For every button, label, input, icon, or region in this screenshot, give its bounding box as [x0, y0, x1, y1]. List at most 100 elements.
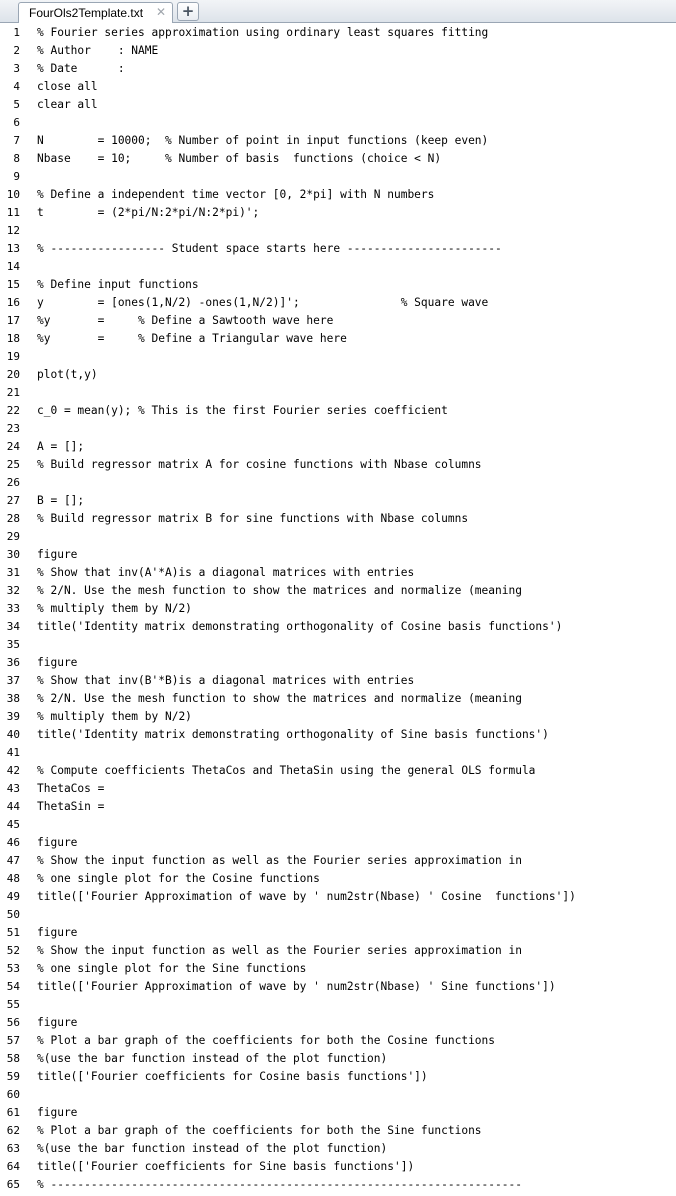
code-text[interactable]: % 2/N. Use the mesh function to show the…	[37, 582, 522, 600]
code-line[interactable]: 7 N = 10000; % Number of point in input f…	[0, 132, 676, 150]
code-line[interactable]: 18 %y = % Define a Triangular wave here	[0, 330, 676, 348]
code-text[interactable]: % Build regressor matrix A for cosine fu…	[37, 456, 482, 474]
code-line[interactable]: 41	[0, 744, 676, 762]
code-line[interactable]: 24 A = [];	[0, 438, 676, 456]
code-line[interactable]: 1 % Fourier series approximation using or…	[0, 24, 676, 42]
code-text[interactable]: t = (2*pi/N:2*pi/N:2*pi)';	[37, 204, 259, 222]
code-line[interactable]: 64 title(['Fourier coefficients for Sine …	[0, 1158, 676, 1176]
code-text[interactable]: % one single plot for the Sine functions	[37, 960, 306, 978]
code-text[interactable]: %(use the bar function instead of the pl…	[37, 1140, 387, 1158]
code-text[interactable]: figure	[37, 834, 77, 852]
code-text[interactable]: title('Identity matrix demonstrating ort…	[37, 726, 549, 744]
code-text[interactable]: % multiply them by N/2)	[37, 708, 192, 726]
code-line[interactable]: 47 % Show the input function as well as t…	[0, 852, 676, 870]
code-line[interactable]: 28 % Build regressor matrix B for sine fu…	[0, 510, 676, 528]
code-line[interactable]: 36 figure	[0, 654, 676, 672]
code-line[interactable]: 15 % Define input functions	[0, 276, 676, 294]
code-line[interactable]: 37 % Show that inv(B'*B)is a diagonal mat…	[0, 672, 676, 690]
new-tab-button[interactable]: +	[177, 2, 199, 21]
close-icon[interactable]: ✕	[156, 5, 166, 19]
code-line[interactable]: 61 figure	[0, 1104, 676, 1122]
code-line[interactable]: 27 B = [];	[0, 492, 676, 510]
code-text[interactable]: title(['Fourier Approximation of wave by…	[37, 888, 576, 906]
code-line[interactable]: 39 % multiply them by N/2)	[0, 708, 676, 726]
code-line[interactable]: 8 Nbase = 10; % Number of basis functions…	[0, 150, 676, 168]
code-line[interactable]: 62 % Plot a bar graph of the coefficients…	[0, 1122, 676, 1140]
code-text[interactable]: figure	[37, 1014, 77, 1032]
code-line[interactable]: 52 % Show the input function as well as t…	[0, 942, 676, 960]
code-text[interactable]: % Author : NAME	[37, 42, 158, 60]
code-line[interactable]: 58 %(use the bar function instead of the …	[0, 1050, 676, 1068]
code-line[interactable]: 50	[0, 906, 676, 924]
code-line[interactable]: 17 %y = % Define a Sawtooth wave here	[0, 312, 676, 330]
code-line[interactable]: 21	[0, 384, 676, 402]
code-text[interactable]: % 2/N. Use the mesh function to show the…	[37, 690, 522, 708]
code-line[interactable]: 19	[0, 348, 676, 366]
code-text[interactable]: % Show that inv(B'*B)is a diagonal matri…	[37, 672, 414, 690]
code-text[interactable]: Nbase = 10; % Number of basis functions …	[37, 150, 441, 168]
code-line[interactable]: 48 % one single plot for the Cosine funct…	[0, 870, 676, 888]
code-line[interactable]: 29	[0, 528, 676, 546]
code-text[interactable]: % Fourier series approximation using ord…	[37, 24, 488, 42]
code-text[interactable]: plot(t,y)	[37, 366, 98, 384]
code-line[interactable]: 57 % Plot a bar graph of the coefficients…	[0, 1032, 676, 1050]
code-text[interactable]: % ----------------- Student space starts…	[37, 240, 502, 258]
code-line[interactable]: 42 % Compute coefficients ThetaCos and Th…	[0, 762, 676, 780]
code-line[interactable]: 65 % ------------------------------------…	[0, 1176, 676, 1194]
code-line[interactable]: 23	[0, 420, 676, 438]
code-line[interactable]: 3 % Date :	[0, 60, 676, 78]
code-line[interactable]: 53 % one single plot for the Sine functio…	[0, 960, 676, 978]
code-line[interactable]: 16 y = [ones(1,N/2) -ones(1,N/2)]'; % Squ…	[0, 294, 676, 312]
code-line[interactable]: 26	[0, 474, 676, 492]
code-line[interactable]: 33 % multiply them by N/2)	[0, 600, 676, 618]
code-line[interactable]: 10 % Define a independent time vector [0,…	[0, 186, 676, 204]
code-text[interactable]: % Show the input function as well as the…	[37, 852, 522, 870]
code-text[interactable]: %y = % Define a Triangular wave here	[37, 330, 347, 348]
code-line[interactable]: 55	[0, 996, 676, 1014]
code-line[interactable]: 63 %(use the bar function instead of the …	[0, 1140, 676, 1158]
code-text[interactable]: figure	[37, 1104, 77, 1122]
code-line[interactable]: 49 title(['Fourier Approximation of wave …	[0, 888, 676, 906]
code-line[interactable]: 14	[0, 258, 676, 276]
code-text[interactable]: ThetaSin =	[37, 798, 104, 816]
code-line[interactable]: 46 figure	[0, 834, 676, 852]
code-line[interactable]: 6	[0, 114, 676, 132]
code-line[interactable]: 35	[0, 636, 676, 654]
code-text[interactable]: title(['Fourier Approximation of wave by…	[37, 978, 556, 996]
code-text[interactable]: title(['Fourier coefficients for Sine ba…	[37, 1158, 414, 1176]
code-line[interactable]: 44 ThetaSin =	[0, 798, 676, 816]
code-text[interactable]: % Show that inv(A'*A)is a diagonal matri…	[37, 564, 414, 582]
code-text[interactable]: %(use the bar function instead of the pl…	[37, 1050, 387, 1068]
code-line[interactable]: 34 title('Identity matrix demonstrating o…	[0, 618, 676, 636]
tab-file[interactable]: FourOls2Template.txt ✕	[18, 2, 173, 23]
code-text[interactable]: A = [];	[37, 438, 84, 456]
code-line[interactable]: 45	[0, 816, 676, 834]
code-line[interactable]: 43 ThetaCos =	[0, 780, 676, 798]
code-line[interactable]: 60	[0, 1086, 676, 1104]
code-line[interactable]: 30 figure	[0, 546, 676, 564]
code-text[interactable]: % Show the input function as well as the…	[37, 942, 522, 960]
code-line[interactable]: 40 title('Identity matrix demonstrating o…	[0, 726, 676, 744]
code-text[interactable]: % Date :	[37, 60, 125, 78]
code-line[interactable]: 2 % Author : NAME	[0, 42, 676, 60]
code-text[interactable]: % Compute coefficients ThetaCos and Thet…	[37, 762, 535, 780]
code-line[interactable]: 12	[0, 222, 676, 240]
code-text[interactable]: N = 10000; % Number of point in input fu…	[37, 132, 488, 150]
code-line[interactable]: 20 plot(t,y)	[0, 366, 676, 384]
code-text[interactable]: figure	[37, 546, 77, 564]
code-text[interactable]: % one single plot for the Cosine functio…	[37, 870, 320, 888]
code-text[interactable]: % Define input functions	[37, 276, 199, 294]
code-text[interactable]: figure	[37, 654, 77, 672]
code-line[interactable]: 51 figure	[0, 924, 676, 942]
code-line[interactable]: 22 c_0 = mean(y); % This is the first Fou…	[0, 402, 676, 420]
code-text[interactable]: figure	[37, 924, 77, 942]
code-text[interactable]: title(['Fourier coefficients for Cosine …	[37, 1068, 428, 1086]
code-text[interactable]: % Define a independent time vector [0, 2…	[37, 186, 434, 204]
code-text[interactable]: B = [];	[37, 492, 84, 510]
code-text[interactable]: y = [ones(1,N/2) -ones(1,N/2)]'; % Squar…	[37, 294, 488, 312]
code-area[interactable]: 1 % Fourier series approximation using or…	[0, 24, 676, 1194]
code-line[interactable]: 59 title(['Fourier coefficients for Cosin…	[0, 1068, 676, 1086]
code-text[interactable]: % Plot a bar graph of the coefficients f…	[37, 1032, 495, 1050]
code-line[interactable]: 5 clear all	[0, 96, 676, 114]
code-line[interactable]: 4 close all	[0, 78, 676, 96]
